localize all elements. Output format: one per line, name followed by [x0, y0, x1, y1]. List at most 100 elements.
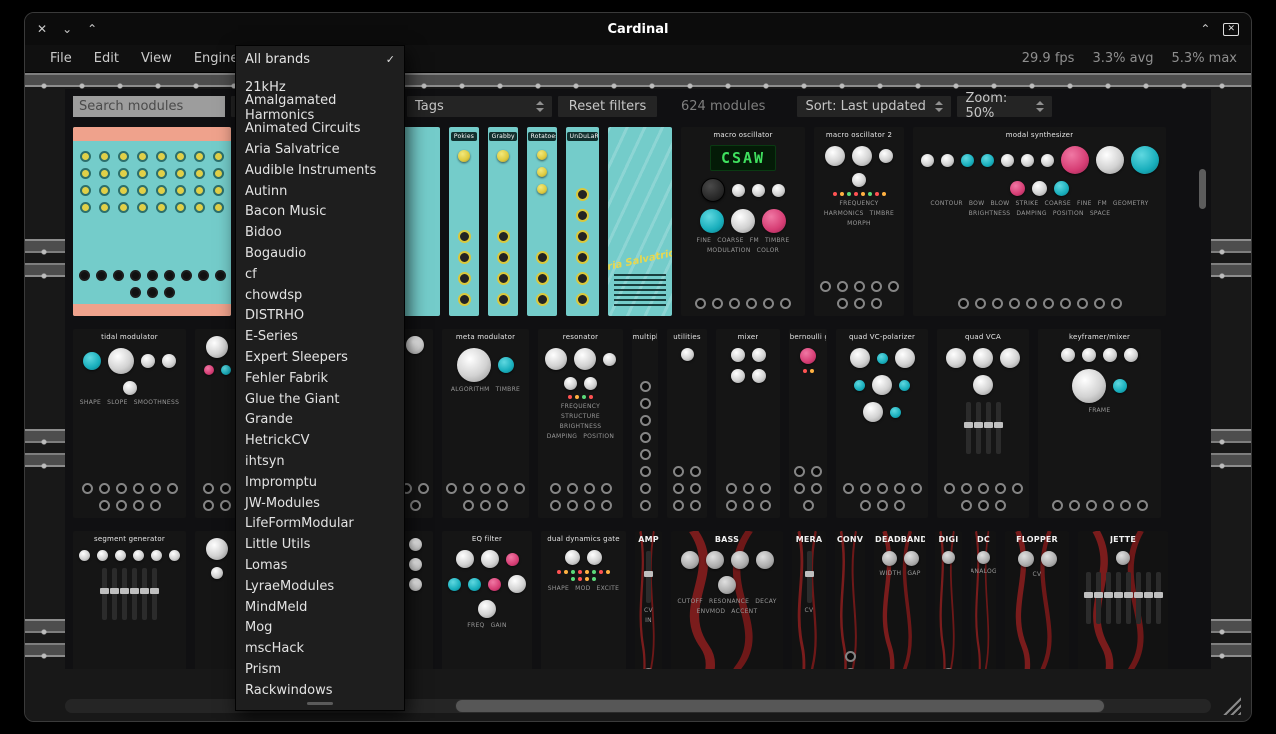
module-card[interactable]: utilities [667, 329, 707, 518]
module-title: meta modulator [456, 333, 515, 341]
window-close-icon[interactable]: ✕ [37, 23, 47, 35]
module-card[interactable]: Pokies [449, 127, 479, 316]
brand-menu-item[interactable]: mscHack [236, 638, 404, 659]
port-icon [690, 500, 701, 511]
knob-icon [574, 348, 596, 370]
slider-icon [976, 402, 981, 454]
module-labels: CVIN [635, 607, 662, 624]
brand-menu-item[interactable]: Animated Circuits [236, 118, 404, 139]
module-card[interactable]: JETTE [1078, 531, 1168, 669]
module-card[interactable] [73, 127, 231, 316]
module-card[interactable]: CONV [835, 531, 865, 669]
brand-menu-item[interactable]: Lomas [236, 555, 404, 576]
brand-menu-item[interactable]: Amalgamated Harmonics [236, 98, 404, 119]
brand-menu-item[interactable]: Bidoo [236, 222, 404, 243]
module-card[interactable]: DEADBANDWIDTHGAP [874, 531, 926, 669]
module-label: TIMBRE [496, 386, 521, 393]
port-icon [463, 483, 474, 494]
chevron-up-icon[interactable]: ⌃ [87, 23, 97, 35]
module-card[interactable]: macro oscillatorCSAWFINECOARSEFMTIMBREMO… [681, 127, 805, 316]
brand-menu-item[interactable]: All brands ✓ [236, 49, 404, 70]
brand-menu-item[interactable]: E-Series [236, 326, 404, 347]
tags-select[interactable]: Tags [407, 96, 552, 117]
module-card[interactable]: quad VC-polarizer [836, 329, 928, 518]
module-card[interactable]: quad VCA [937, 329, 1029, 518]
module-card[interactable]: AMPCVIN [635, 531, 662, 669]
menubar-item[interactable]: View [130, 45, 183, 72]
menubar-item[interactable]: Edit [83, 45, 130, 72]
module-card[interactable]: MERACV [792, 531, 826, 669]
module-card[interactable]: UnDuLaR [566, 127, 599, 316]
module-card[interactable] [195, 329, 239, 518]
brand-menu-item[interactable]: LyraeModules [236, 576, 404, 597]
vertical-scrollbar[interactable] [1199, 169, 1206, 209]
brand-menu-item[interactable]: Expert Sleepers [236, 347, 404, 368]
module-card[interactable]: macro oscillator 2FREQUENCYHARMONICSTIMB… [814, 127, 904, 316]
knob-icon [468, 578, 481, 591]
module-card[interactable]: Aria Salvatrice [608, 127, 672, 316]
knob-icon [718, 576, 736, 594]
brand-menu-item[interactable]: Glue the Giant [236, 389, 404, 410]
module-card[interactable]: Grabby [488, 127, 518, 316]
port-icon [181, 270, 192, 281]
brand-menu-item[interactable]: ihtsyn [236, 451, 404, 472]
brand-menu-item[interactable]: Autinn [236, 181, 404, 202]
module-card[interactable]: bernoulli gate [789, 329, 827, 518]
module-card[interactable]: keyframer/mixerFRAME [1038, 329, 1161, 518]
brand-menu-item[interactable]: HetrickCV [236, 430, 404, 451]
distrho-logo-icon[interactable]: ✕ [1223, 23, 1239, 36]
horizontal-scrollbar-thumb[interactable] [455, 699, 1105, 713]
brand-menu-item[interactable]: Fehler Fabrik [236, 368, 404, 389]
module-card[interactable]: meta modulatorALGORITHMTIMBRE [442, 329, 529, 518]
brand-menu-item[interactable]: cf [236, 264, 404, 285]
brand-menu-item[interactable]: Bacon Music [236, 202, 404, 223]
brand-menu-item[interactable]: Little Utils [236, 534, 404, 555]
knob-icon [681, 348, 694, 361]
brand-menu-item[interactable]: MindMeld [236, 597, 404, 618]
module-card[interactable]: Rotatoes [527, 127, 557, 316]
brand-menu-item[interactable]: Aria Salvatrice [236, 139, 404, 160]
module-card[interactable]: FLOPPERCV [1005, 531, 1069, 669]
module-card[interactable]: tidal modulatorSHAPESLOPESMOOTHNESS [73, 329, 186, 518]
collapse-icon[interactable]: ⌃ [1200, 23, 1210, 35]
module-card[interactable]: DIGI [935, 531, 962, 669]
brand-menu-item[interactable]: JW-Modules [236, 493, 404, 514]
port-icon [690, 483, 701, 494]
reset-filters-button[interactable]: Reset filters [558, 96, 657, 117]
brand-menu-item[interactable]: Mog [236, 618, 404, 639]
zoom-select[interactable]: Zoom: 50% [957, 96, 1052, 117]
search-input[interactable] [73, 96, 225, 117]
brand-menu-item[interactable]: Bogaudio [236, 243, 404, 264]
module-card[interactable]: segment generator [73, 531, 186, 669]
module-card[interactable]: modal synthesizerCONTOURBOWBLOWSTRIKECOA… [913, 127, 1166, 316]
sort-select[interactable]: Sort: Last updated [797, 96, 951, 117]
port-icon [576, 209, 589, 222]
chevron-down-icon[interactable]: ⌄ [62, 23, 72, 35]
slider-icon [646, 551, 651, 603]
brand-menu-item[interactable]: LifeFormModular [236, 514, 404, 535]
brand-menu-item[interactable]: Impromptu [236, 472, 404, 493]
module-card[interactable] [195, 531, 239, 669]
knob-icon [175, 151, 186, 162]
menubar-item[interactable]: File [39, 45, 83, 72]
port-icon [113, 270, 124, 281]
module-label: FM [750, 237, 759, 244]
module-card[interactable]: resonatorFREQUENCYSTRUCTUREBRIGHTNESSDAM… [538, 329, 623, 518]
module-card[interactable]: mixer [716, 329, 780, 518]
led-icon [861, 192, 865, 196]
knob-icon [852, 146, 872, 166]
knob-icon [1001, 154, 1014, 167]
brand-menu-item[interactable]: Grande [236, 410, 404, 431]
brand-menu-item[interactable]: Prism [236, 659, 404, 680]
module-card[interactable]: BASSCUTOFFRESONANCEDECAYENVMODACCENT [671, 531, 783, 669]
brand-menu-item[interactable]: chowdsp [236, 285, 404, 306]
module-card[interactable]: multiples [632, 329, 658, 518]
module-card[interactable]: dual dynamics gateSHAPEMODEXCITE [541, 531, 626, 669]
brand-menu-item[interactable]: DISTRHO [236, 306, 404, 327]
brand-menu-item[interactable]: Audible Instruments [236, 160, 404, 181]
module-card[interactable]: DCANALOG [971, 531, 996, 669]
brand-menu-item[interactable]: Rackwindows [236, 680, 404, 701]
module-card[interactable]: EQ filterFREQGAIN [442, 531, 532, 669]
port-icon [458, 293, 471, 306]
menu-scroll-indicator[interactable] [307, 702, 333, 705]
